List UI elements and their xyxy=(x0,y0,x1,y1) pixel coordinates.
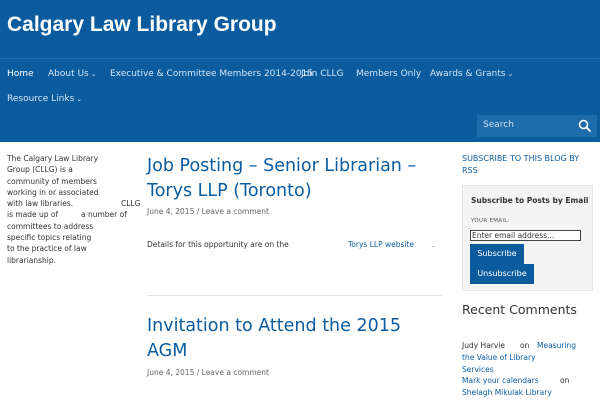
search-icon[interactable] xyxy=(577,118,593,134)
about-text-line: The Calgary Law Library xyxy=(7,154,99,163)
about-text-line: with law libraries. CLLG xyxy=(7,199,141,209)
nav-item-awards[interactable]: Awards & Grants ⌄ xyxy=(430,69,513,79)
nav-item-resource-links[interactable]: Resource Links ⌄ xyxy=(7,94,82,104)
post-meta: June 4, 2015 / Leave a comment xyxy=(147,368,269,377)
about-widget: The Calgary Law Library Group (CLLG) is … xyxy=(7,153,141,266)
post-title[interactable]: Job Posting – Senior Librarian – Torys L… xyxy=(147,154,416,204)
about-text-line: to the practice of law xyxy=(7,244,87,254)
header-divider xyxy=(0,58,600,59)
unsubscribe-button[interactable]: Unsubscribe xyxy=(470,264,534,284)
email-field-label: YOUR EMAIL: xyxy=(471,218,510,224)
post-title[interactable]: Invitation to Attend the 2015 AGM xyxy=(147,314,401,364)
leave-comment-link[interactable]: Leave a comment xyxy=(202,207,269,216)
chevron-down-icon: ⌄ xyxy=(507,70,514,78)
comment-post-link[interactable]: Shelagh Mikulak Library xyxy=(462,388,552,397)
search-input[interactable]: Search xyxy=(483,120,514,130)
nav-item-join[interactable]: Join CLLG xyxy=(301,69,344,79)
nav-item-home[interactable]: Home xyxy=(7,69,34,79)
list-item: Services xyxy=(462,364,592,376)
chevron-down-icon: ⌄ xyxy=(76,95,83,103)
comment-post-link[interactable]: the Value of Library xyxy=(462,353,536,362)
email-subscribe-widget: Subscribe to Posts by Email YOUR EMAIL: … xyxy=(462,185,593,291)
leave-comment-link[interactable]: Leave a comment xyxy=(202,368,269,377)
email-widget-heading: Subscribe to Posts by Email xyxy=(471,196,589,205)
post-meta: June 4, 2015 / Leave a comment xyxy=(147,207,269,216)
list-item: Shelagh Mikulak Library xyxy=(462,387,592,399)
about-text-line: working in or associated xyxy=(7,187,99,197)
rss-subscribe-link[interactable]: SUBSCRIBE TO THIS BLOG BY RSS xyxy=(462,153,592,177)
site-title[interactable]: Calgary Law Library Group xyxy=(7,13,277,37)
comment-post-link[interactable]: Measuring xyxy=(537,340,576,352)
chevron-down-icon: ⌄ xyxy=(90,70,97,78)
post-body-end: . xyxy=(432,240,435,249)
post-date[interactable]: June 4, 2015 xyxy=(147,207,194,216)
post-divider xyxy=(147,295,442,296)
subscribe-button[interactable]: Subscribe xyxy=(470,244,524,264)
nav-item-members-only[interactable]: Members Only xyxy=(356,69,421,79)
recent-comments-list: Judy Harvie on Measuring the Value of Li… xyxy=(462,340,592,399)
comment-author-link[interactable]: Mark your calendars xyxy=(462,376,539,385)
about-text-line: Group (CLLG) is a xyxy=(7,165,73,175)
list-item: the Value of Library xyxy=(462,352,592,364)
post-body: Details for this opportunity are on the xyxy=(147,240,289,249)
list-item: Mark your calendars on xyxy=(462,376,570,386)
nav-item-about-us[interactable]: About Us ⌄ xyxy=(48,69,97,79)
post-date[interactable]: June 4, 2015 xyxy=(147,368,194,377)
comment-post-link[interactable]: Services xyxy=(462,365,494,374)
search-box: Search xyxy=(477,115,597,137)
email-field[interactable]: Enter email address... xyxy=(470,230,581,241)
about-text-line: librarianship. xyxy=(7,255,57,265)
about-text-line: is made up of a number of xyxy=(7,210,127,220)
list-item: Judy Harvie on Measuring xyxy=(462,340,577,352)
nav-item-executive[interactable]: Executive & Committee Members 2014-2015 xyxy=(110,69,313,79)
about-text-line: specific topics relating xyxy=(7,233,92,243)
post-body-link[interactable]: Torys LLP website xyxy=(348,240,414,249)
comment-author: Judy Harvie xyxy=(462,341,506,350)
about-text-line: community of members xyxy=(7,176,97,186)
about-text-line: committees to address xyxy=(7,221,94,231)
recent-comments-heading: Recent Comments xyxy=(462,302,577,317)
site-header: Calgary Law Library Group Home About Us ⌄… xyxy=(0,0,600,142)
